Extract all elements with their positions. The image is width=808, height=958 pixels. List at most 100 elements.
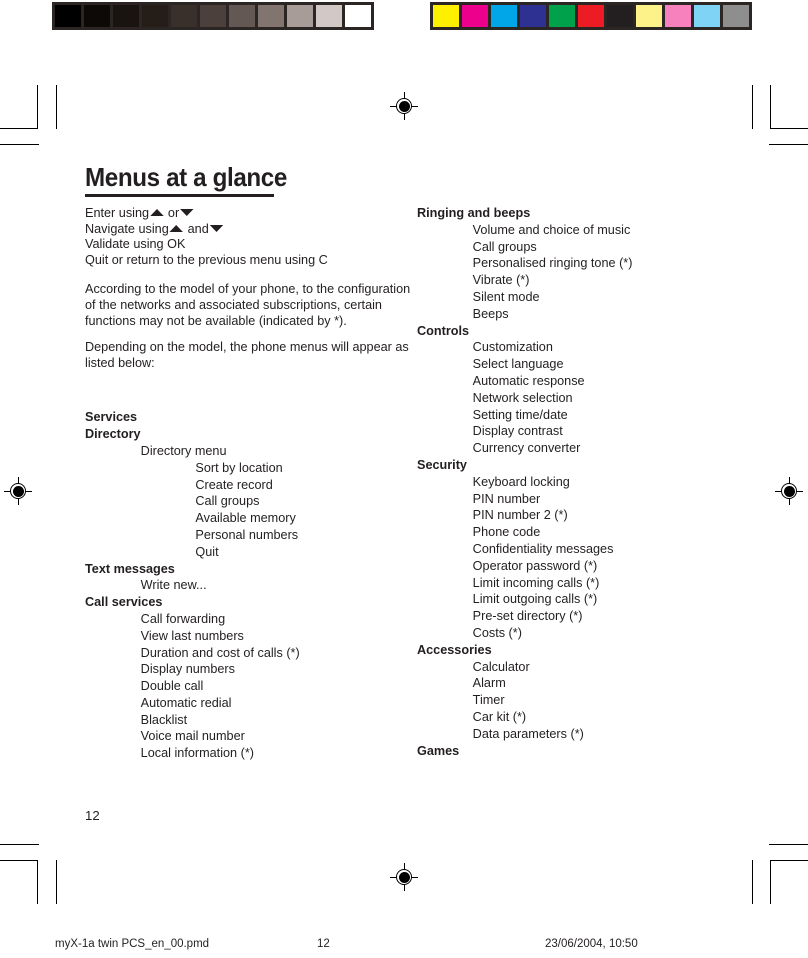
crop-mark-bottom-left-vertical — [37, 860, 38, 904]
color-control-bar — [430, 2, 752, 30]
menu-item: Directory — [85, 426, 141, 442]
color-patch-6 — [607, 5, 633, 27]
menu-item: Automatic response — [472, 372, 585, 388]
print-footer-filename: myX-1a twin PCS_en_00.pmd — [55, 938, 210, 950]
up-arrow-icon — [169, 224, 184, 232]
grayscale-patch-10 — [345, 5, 371, 27]
color-patch-3 — [520, 5, 546, 27]
menu-item: Calculator — [472, 658, 530, 674]
menu-item: Pre-set directory (*) — [472, 608, 583, 624]
menu-item: Automatic redial — [140, 694, 232, 710]
trim-mark-top-right-vertical — [752, 85, 753, 129]
menu-item: Costs (*) — [472, 624, 522, 640]
grayscale-patch-4 — [171, 5, 197, 27]
crop-mark-top-right-horizontal — [770, 128, 808, 129]
menu-item: Limit outgoing calls (*) — [472, 591, 598, 607]
or-label: or — [167, 205, 180, 220]
menu-item: Call forwarding — [140, 610, 226, 626]
crop-mark-bottom-left-horizontal — [0, 860, 38, 861]
menu-item: Display numbers — [140, 661, 235, 677]
menu-item: Controls — [417, 322, 470, 338]
trim-mark-bottom-left-vertical — [56, 860, 57, 904]
menu-item: Ringing and beeps — [417, 205, 531, 220]
menu-item: Security — [417, 456, 467, 472]
menu-item: Call services — [85, 594, 163, 610]
down-arrow-icon — [180, 209, 194, 216]
page-number: 12 — [85, 808, 100, 823]
menu-item: Sort by location — [195, 459, 283, 475]
menu-item: Double call — [140, 678, 204, 694]
color-patch-4 — [549, 5, 575, 27]
crop-mark-top-right-vertical — [770, 85, 771, 129]
trim-mark-bottom-right-vertical — [752, 860, 753, 904]
intro-paragraph-2: Depending on the model, the phone menus … — [85, 339, 409, 370]
trim-mark-top-left-horizontal — [0, 144, 39, 145]
validate-label: Validate using OK — [85, 236, 186, 252]
grayscale-patch-1 — [84, 5, 110, 27]
crop-mark-bottom-right-horizontal — [770, 860, 808, 861]
right-column: Ringing and beeps Volume and choice of mu… — [417, 205, 757, 759]
menu-item: View last numbers — [140, 627, 244, 643]
color-patch-9 — [694, 5, 720, 27]
trim-mark-top-left-vertical — [56, 85, 57, 129]
menu-item: PIN number — [472, 490, 541, 506]
grayscale-patch-5 — [200, 5, 226, 27]
grayscale-patch-6 — [229, 5, 255, 27]
crop-mark-bottom-right-vertical — [770, 860, 771, 904]
registration-mark-top — [390, 92, 418, 120]
menu-item: Data parameters (*) — [472, 725, 584, 741]
menu-item: Select language — [472, 356, 564, 372]
down-arrow-icon — [209, 224, 224, 232]
menu-spacer — [85, 381, 425, 409]
menu-item: Personalised ringing tone (*) — [472, 255, 633, 271]
menu-item: Local information (*) — [140, 745, 254, 761]
menu-item: Network selection — [472, 389, 573, 405]
color-patch-5 — [578, 5, 604, 27]
menu-item: Vibrate (*) — [472, 272, 530, 288]
menu-item: Beeps — [472, 305, 509, 321]
grayscale-patch-0 — [55, 5, 81, 27]
menu-item: Services — [85, 409, 138, 425]
intro-paragraph-1: According to the model of your phone, to… — [85, 281, 411, 328]
print-footer-timestamp: 23/06/2004, 10:50 — [545, 938, 638, 950]
color-patch-1 — [462, 5, 488, 27]
and-label: and — [187, 220, 209, 236]
color-patch-8 — [665, 5, 691, 27]
menu-item: Keyboard locking — [472, 473, 570, 489]
menu-item: Silent mode — [472, 288, 540, 304]
grayscale-patch-7 — [258, 5, 284, 27]
trim-mark-top-right-horizontal — [769, 144, 808, 145]
menu-item: Blacklist — [140, 711, 188, 727]
menu-item: Call groups — [472, 238, 537, 254]
grayscale-patch-8 — [287, 5, 313, 27]
trim-mark-bottom-left-horizontal — [0, 844, 39, 845]
key-instructions: Enter using or Navigate using and Valida… — [85, 205, 411, 267]
registration-mark-left — [4, 477, 32, 505]
menu-item: Customization — [472, 339, 553, 355]
menu-item: Phone code — [472, 524, 541, 540]
grayscale-patch-3 — [142, 5, 168, 27]
menu-item: Operator password (*) — [472, 557, 598, 573]
menu-item: Currency converter — [472, 440, 581, 456]
print-footer-page: 12 — [317, 938, 330, 950]
menu-item: Write new... — [140, 577, 207, 593]
menu-item: Timer — [472, 692, 505, 708]
menu-item: Create record — [195, 476, 273, 492]
left-column: Enter using or Navigate using and Valida… — [85, 205, 425, 762]
enter-using-label: Enter using — [85, 205, 150, 220]
menu-item: Confidentiality messages — [472, 540, 614, 556]
crop-mark-top-left-horizontal — [0, 128, 38, 129]
registration-mark-bottom — [390, 863, 418, 891]
grayscale-patch-2 — [113, 5, 139, 27]
menu-item: Duration and cost of calls (*) — [140, 644, 300, 660]
trim-mark-bottom-right-horizontal — [769, 844, 808, 845]
menu-item: Volume and choice of music — [472, 221, 631, 237]
quit-label: Quit or return to the previous menu usin… — [85, 251, 328, 267]
grayscale-step-wedge — [52, 2, 374, 30]
menu-item: Available memory — [195, 510, 296, 526]
menu-item: Display contrast — [472, 423, 563, 439]
menu-item: Games — [417, 742, 460, 758]
color-patch-2 — [491, 5, 517, 27]
registration-mark-right — [775, 477, 803, 505]
menu-item: Limit incoming calls (*) — [472, 574, 600, 590]
